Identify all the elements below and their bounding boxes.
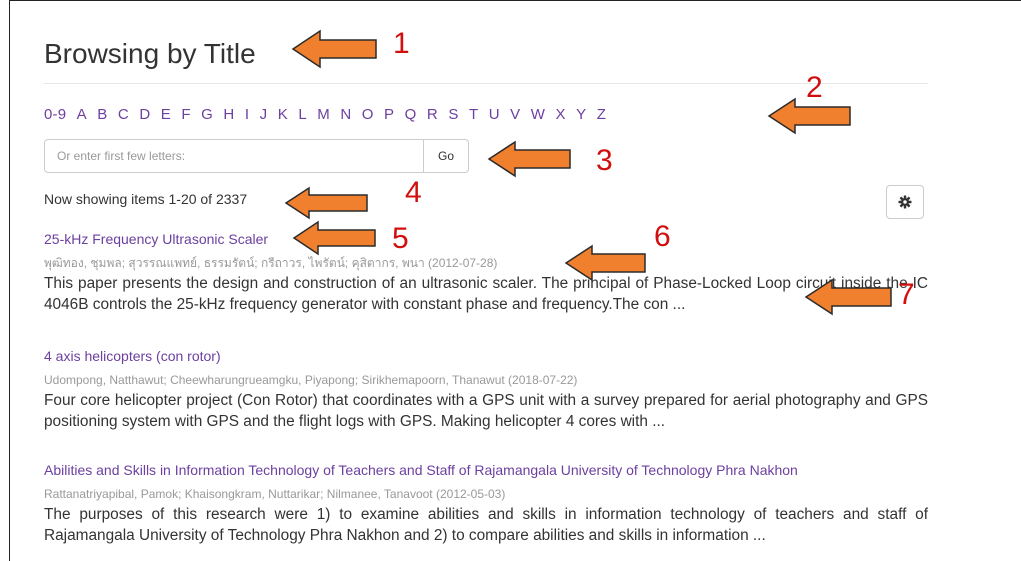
- annotation-arrow-left-icon: [291, 29, 377, 69]
- alphabet-link-d[interactable]: D: [139, 106, 150, 126]
- result-item: 25-kHz Frequency Ultrasonic Scaler พุฒิท…: [44, 230, 928, 315]
- alphabet-link-x[interactable]: X: [556, 106, 566, 126]
- page-title: Browsing by Title: [44, 38, 256, 69]
- result-authors-date: พุฒิทอง, ชุมพล; สุวรรณแพทย์, ธรรมรัตน์; …: [44, 256, 498, 270]
- starts-with-input[interactable]: [44, 139, 424, 173]
- alphabet-link-s[interactable]: S: [448, 106, 458, 126]
- annotation-number: 6: [654, 220, 671, 253]
- alphabet-link-t[interactable]: T: [469, 106, 478, 126]
- result-abstract: Four core helicopter project (Con Rotor)…: [44, 392, 928, 430]
- search-group: Go: [44, 139, 469, 173]
- alphabet-link-j[interactable]: J: [260, 106, 268, 126]
- annotation-arrow-left-icon: [804, 278, 892, 316]
- annotation-number: 5: [392, 222, 409, 255]
- alphabet-link-c[interactable]: C: [118, 106, 129, 126]
- alphabet-link-i[interactable]: I: [245, 106, 249, 126]
- annotation-number: 7: [898, 278, 915, 311]
- alphabet-link-g[interactable]: G: [201, 106, 213, 126]
- alphabet-link-v[interactable]: V: [510, 106, 520, 126]
- alphabet-link-0-9[interactable]: 0-9: [44, 106, 66, 126]
- alphabet-link-n[interactable]: N: [340, 106, 351, 126]
- result-title-link[interactable]: Abilities and Skills in Information Tech…: [44, 461, 928, 479]
- alphabet-link-m[interactable]: M: [317, 106, 330, 126]
- alphabet-link-a[interactable]: A: [77, 106, 87, 126]
- result-item: 4 axis helicopters (con rotor) Udompong,…: [44, 347, 928, 432]
- alphabet-link-h[interactable]: H: [223, 106, 234, 126]
- alphabet-link-u[interactable]: U: [489, 106, 500, 126]
- alphabet-link-b[interactable]: B: [97, 106, 107, 126]
- alphabet-link-k[interactable]: K: [278, 106, 288, 126]
- annotation-number: 1: [393, 27, 410, 60]
- result-abstract: The purposes of this research were 1) to…: [44, 506, 928, 544]
- result-authors-date: Rattanatriyapibal, Pamok; Khaisongkram, …: [44, 487, 506, 501]
- annotation-number: 4: [405, 176, 422, 209]
- result-authors-date: Udompong, Natthawut; Cheewharungrueamgku…: [44, 373, 578, 387]
- result-item: Abilities and Skills in Information Tech…: [44, 461, 928, 546]
- alphabet-link-f[interactable]: F: [181, 106, 190, 126]
- annotation-number: 2: [806, 71, 823, 104]
- alphabet-link-e[interactable]: E: [161, 106, 171, 126]
- annotation-arrow-left-icon: [292, 220, 376, 256]
- result-title-link[interactable]: 25-kHz Frequency Ultrasonic Scaler: [44, 230, 928, 248]
- annotation-number: 3: [596, 144, 613, 177]
- results-count: Now showing items 1-20 of 2337: [44, 191, 248, 207]
- annotation-arrow-left-icon: [284, 186, 368, 220]
- alphabet-link-p[interactable]: P: [384, 106, 394, 126]
- alphabet-link-o[interactable]: O: [362, 106, 374, 126]
- annotation-arrow-left-icon: [564, 244, 646, 282]
- alphabet-link-l[interactable]: L: [298, 106, 307, 126]
- result-abstract: This paper presents the design and const…: [44, 275, 928, 313]
- browse-settings-button[interactable]: [886, 185, 924, 219]
- title-divider: [44, 83, 928, 84]
- alphabet-link-y[interactable]: Y: [576, 106, 586, 126]
- gear-icon: [898, 195, 912, 209]
- alphabet-link-w[interactable]: W: [531, 106, 545, 126]
- annotation-arrow-left-icon: [487, 140, 571, 178]
- result-title-link[interactable]: 4 axis helicopters (con rotor): [44, 347, 928, 365]
- alphabet-link-r[interactable]: R: [427, 106, 438, 126]
- alphabet-link-q[interactable]: Q: [405, 106, 417, 126]
- alphabet-nav: 0-9 A B C D E F G H I J K L M N O P Q R S T U V W X Y Z: [44, 106, 617, 126]
- go-button[interactable]: Go: [424, 139, 469, 173]
- alphabet-link-z[interactable]: Z: [597, 106, 606, 126]
